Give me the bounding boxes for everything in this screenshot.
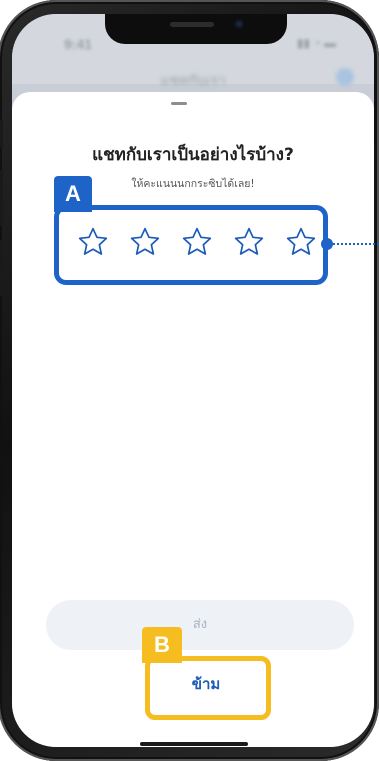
front-camera-icon bbox=[234, 19, 244, 29]
send-button[interactable]: ส่ง bbox=[46, 600, 354, 650]
annotation-box-a bbox=[54, 205, 328, 285]
annotation-connector-line bbox=[333, 243, 379, 245]
volume-down-button bbox=[0, 240, 3, 296]
annotation-connector-dot bbox=[321, 238, 333, 250]
rating-title: แชทกับเราเป็นอย่างไรบ้าง? bbox=[92, 145, 294, 165]
notch bbox=[105, 14, 287, 44]
volume-up-button bbox=[0, 170, 3, 226]
mute-switch bbox=[0, 120, 3, 148]
sheet-grabber-handle[interactable] bbox=[171, 102, 187, 105]
speaker-grille bbox=[170, 22, 214, 27]
background-page-title: แชทกับเรา bbox=[160, 72, 226, 88]
annotation-box-b bbox=[145, 656, 271, 720]
status-time: 9:41 bbox=[64, 36, 93, 52]
annotation-label-b: B bbox=[142, 627, 182, 663]
background-header-icon bbox=[336, 68, 354, 86]
home-indicator bbox=[140, 742, 248, 746]
annotation-label-a: A bbox=[54, 176, 92, 212]
phone-screen: 9:41 ▮▮ ◔ ▬ แชทกับเรา แชทกับเราเป็นอย่าง… bbox=[12, 14, 374, 747]
canvas: 9:41 ▮▮ ◔ ▬ แชทกับเรา แชทกับเราเป็นอย่าง… bbox=[0, 0, 379, 761]
phone-frame: 9:41 ▮▮ ◔ ▬ แชทกับเรา แชทกับเราเป็นอย่าง… bbox=[0, 0, 379, 761]
status-icons: ▮▮ ◔ ▬ bbox=[296, 36, 336, 50]
